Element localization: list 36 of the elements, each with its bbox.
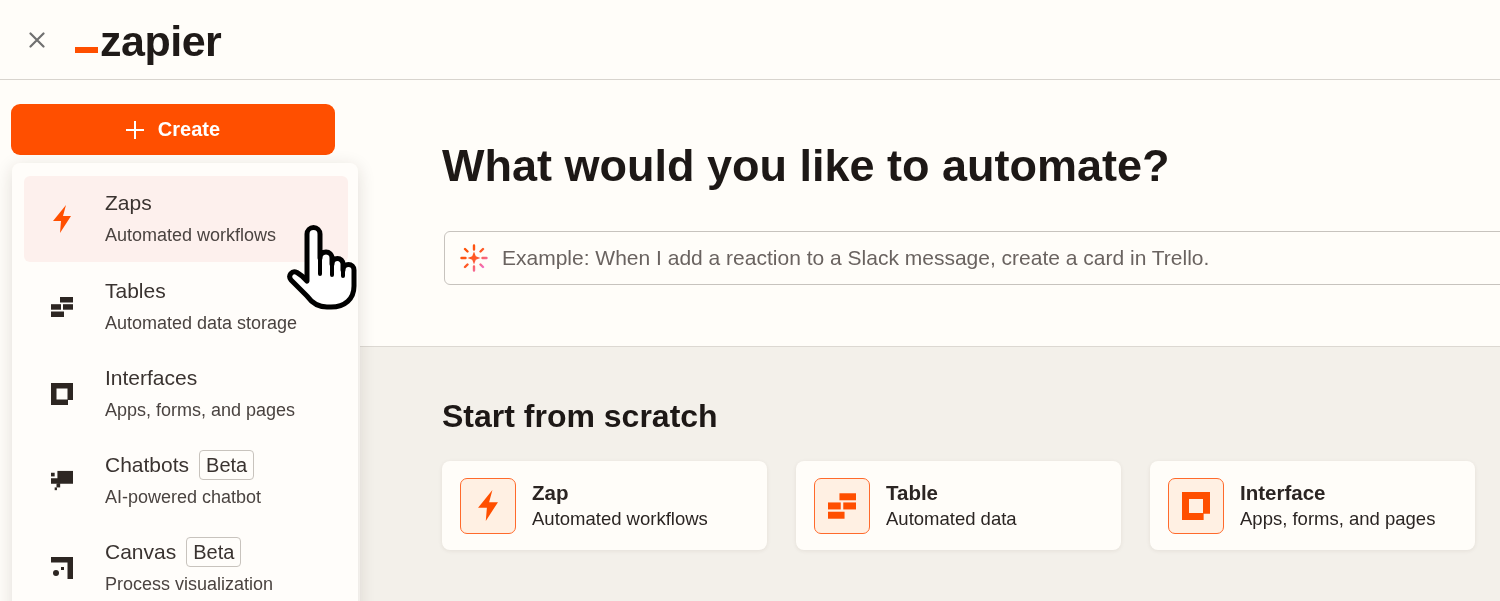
logo-bar-icon <box>75 46 98 53</box>
lightning-bolt-icon <box>50 205 74 233</box>
sparkle-icon <box>460 244 488 272</box>
card-title: Interface <box>1240 480 1327 505</box>
card-description: Automated data <box>886 507 1017 531</box>
menu-item[interactable]: Canvas Beta Process visualization <box>24 524 348 601</box>
menu-item-title: Interfaces <box>105 364 198 391</box>
menu-item-description: Process visualization <box>105 572 274 596</box>
menu-item[interactable]: Interfaces Apps, forms, and pages <box>24 350 348 437</box>
blocks-icon <box>814 477 870 534</box>
template-card[interactable]: Table Automated data <box>796 461 1121 550</box>
plus-icon <box>125 120 144 139</box>
menu-item-title: Zaps <box>105 190 152 216</box>
card-title: Table <box>886 480 940 505</box>
menu-item-title: Canvas <box>105 538 177 565</box>
page-heading: What would you like to automate? <box>442 140 1171 192</box>
section-heading: Start from scratch <box>442 397 719 435</box>
beta-badge: Beta <box>199 449 255 480</box>
menu-item-description: Automated data storage <box>105 311 298 335</box>
card-description: Automated workflows <box>532 507 708 531</box>
card-description: Apps, forms, and pages <box>1240 507 1436 531</box>
template-card[interactable]: Zap Automated workflows <box>442 461 767 550</box>
menu-item-description: Automated workflows <box>105 224 277 247</box>
menu-item-title: Chatbots <box>105 451 190 478</box>
card-title: Zap <box>532 480 570 505</box>
square-frame-icon <box>1168 477 1224 534</box>
close-icon <box>29 31 45 48</box>
menu-item-description: Apps, forms, and pages <box>105 398 296 422</box>
lightning-bolt-icon <box>460 477 516 534</box>
prompt-field[interactable]: Example: When I add a reaction to a Slack message, create a card in Trello. <box>444 231 1500 285</box>
beta-badge: Beta <box>186 536 242 567</box>
template-card[interactable]: Interface Apps, forms, and pages <box>1150 461 1475 550</box>
menu-item-title: Tables <box>105 277 166 304</box>
menu-item[interactable]: Zaps Automated workflows <box>24 176 348 262</box>
menu-item-description: AI-powered chatbot <box>105 485 262 509</box>
menu-item[interactable]: Chatbots Beta AI-powered chatbot <box>24 437 348 524</box>
